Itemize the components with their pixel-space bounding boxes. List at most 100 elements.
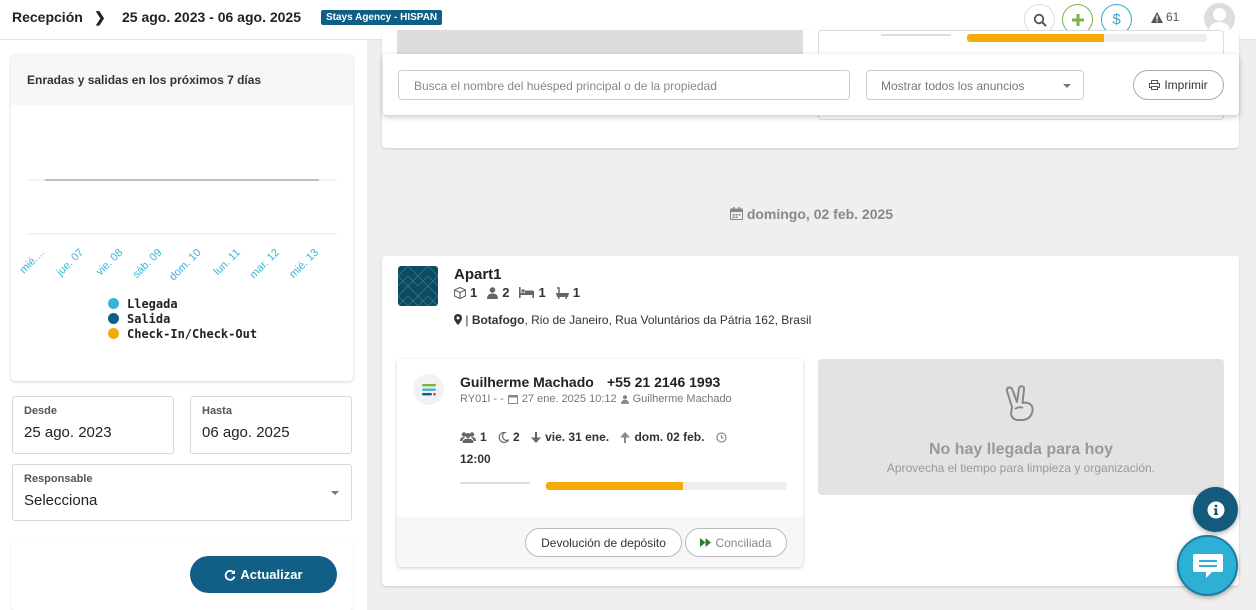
- caret-down-icon: [331, 491, 339, 495]
- guest-phone[interactable]: +55 21 2146 1993: [607, 374, 720, 390]
- main-content: Busca el nombre del huésped principal o …: [367, 30, 1256, 610]
- guests-stat: 2: [487, 285, 509, 300]
- x-tick-label: vie. 08: [94, 247, 125, 278]
- legend-item-checkin-checkout[interactable]: Check-In/Check-Out: [108, 326, 257, 341]
- checkin-time: 12:00: [460, 451, 491, 466]
- left-panel: Enradas y salidas en los próximos 7 días…: [0, 40, 367, 610]
- info-button[interactable]: [1193, 487, 1238, 532]
- property-thumbnail[interactable]: [398, 266, 438, 306]
- arrivals-chart: mié.... jue. 07 vie. 08 sáb. 09 dom. 10 lun. …: [17, 179, 337, 284]
- bed-icon: [519, 287, 535, 298]
- deposit-return-button[interactable]: Devolución de depósito: [525, 528, 682, 557]
- day-heading: domingo, 02 feb. 2025: [367, 206, 1256, 222]
- address-rest: , Rio de Janeiro, Rua Voluntários da Pát…: [524, 313, 812, 327]
- nights-value: 2: [513, 430, 520, 444]
- progress-fill: [546, 482, 683, 490]
- arrow-up-icon: [620, 431, 631, 443]
- no-arrival-title: No hay llegada para hoy: [928, 441, 1114, 458]
- peace-hand-icon: [1005, 385, 1034, 421]
- refresh-label: Actualizar: [240, 567, 303, 582]
- chart-title: Enradas y salidas en los próximos 7 días: [11, 55, 353, 105]
- legend-item-salida[interactable]: Salida: [108, 311, 257, 326]
- search-input[interactable]: Busca el nombre del huésped principal o …: [398, 70, 850, 100]
- date-range[interactable]: 25 ago. 2023 - 06 ago. 2025: [122, 9, 301, 25]
- clock-icon: [716, 431, 727, 443]
- refresh-icon: [225, 569, 236, 581]
- moon-icon: [498, 431, 510, 443]
- reservation-card[interactable]: Guilherme Machado +55 21 2146 1993 RY01I…: [397, 359, 803, 567]
- x-tick-label: mié. 13: [287, 247, 321, 281]
- x-tick-label: sáb. 09: [131, 247, 165, 281]
- print-button[interactable]: Imprimir: [1133, 70, 1224, 100]
- chat-button[interactable]: [1177, 535, 1238, 596]
- calendar-icon: [507, 395, 518, 404]
- warning-icon: [1151, 11, 1163, 23]
- checkin-value: vie. 31 ene.: [545, 430, 610, 444]
- x-tick-label: dom. 10: [167, 247, 204, 284]
- property-stats: 1 2 1 1: [454, 285, 580, 300]
- from-date-field[interactable]: Desde 25 ago. 2023: [12, 396, 174, 454]
- arrow-down-icon: [531, 431, 542, 443]
- responsible-select[interactable]: Responsable Selecciona: [12, 464, 352, 521]
- agency-badge: Stays Agency - HISPAN: [321, 10, 443, 25]
- alerts-button[interactable]: 61: [1151, 10, 1179, 24]
- x-tick-label: mar. 12: [248, 247, 282, 281]
- from-value: 25 ago. 2023: [24, 424, 112, 441]
- legend-item-llegada[interactable]: Llegada: [108, 296, 257, 311]
- x-tick-label: lun. 11: [212, 247, 243, 278]
- reservation-footer: Devolución de depósito Conciliada: [397, 517, 803, 567]
- progress-line: [460, 482, 530, 484]
- baths-value: 1: [572, 285, 580, 300]
- property-name[interactable]: Apart1: [454, 266, 502, 283]
- user-icon: [487, 286, 499, 299]
- printer-icon: [1149, 80, 1161, 90]
- fast-forward-icon: [700, 538, 712, 547]
- previous-progress-line: [881, 34, 951, 36]
- plus-icon: [1071, 13, 1084, 26]
- listing-select-value: Mostrar todos los anuncios: [881, 79, 1025, 93]
- guest-name[interactable]: Guilherme Machado: [460, 374, 594, 390]
- legend-dot: [108, 298, 119, 309]
- alert-count: 61: [1166, 10, 1180, 24]
- user-icon: [620, 394, 629, 404]
- caret-down-icon: [1063, 84, 1071, 88]
- guests-value: 1: [480, 430, 487, 444]
- stack-icon: [421, 383, 436, 395]
- deposit-label: Devolución de depósito: [541, 535, 666, 550]
- created-date: 27 ene. 2025 10:12: [521, 393, 617, 405]
- beds-value: 1: [538, 285, 546, 300]
- search-icon: [1033, 13, 1047, 27]
- time-info: [716, 431, 727, 443]
- night-count: 2: [498, 427, 520, 447]
- refresh-button[interactable]: Actualizar: [190, 556, 337, 593]
- rooms-stat: 1: [454, 285, 477, 300]
- responsible-label: Responsable: [24, 473, 93, 485]
- listing-select[interactable]: Mostrar todos los anuncios: [866, 70, 1084, 100]
- guest-count: 1: [460, 427, 487, 447]
- channel-icon: [413, 374, 444, 405]
- x-tick-label: jue. 07: [54, 247, 87, 280]
- refresh-card: Actualizar: [11, 540, 353, 610]
- info-icon: [1207, 501, 1224, 518]
- chat-icon: [1192, 553, 1223, 578]
- beds-stat: 1: [519, 285, 546, 300]
- legend-dot: [108, 313, 119, 324]
- responsible-value: Selecciona: [24, 492, 98, 509]
- pattern-icon: [398, 266, 438, 306]
- rooms-value: 1: [470, 285, 478, 300]
- created-by: Guilherme Machado: [632, 393, 732, 405]
- to-date-field[interactable]: Hasta 06 ago. 2025: [190, 396, 352, 454]
- property-address: | Botafogo, Rio de Janeiro, Rua Voluntár…: [454, 313, 811, 327]
- x-tick-label: mié....: [17, 247, 47, 277]
- to-value: 06 ago. 2025: [202, 424, 290, 441]
- checkout-value: dom. 02 feb.: [634, 430, 705, 444]
- reconciled-label: Conciliada: [715, 535, 772, 550]
- day-heading-text: domingo, 02 feb. 2025: [746, 206, 894, 222]
- reconciled-button[interactable]: Conciliada: [685, 528, 787, 557]
- cube-icon: [454, 286, 466, 299]
- page-title: Recepción: [12, 9, 83, 25]
- property-card: Apart1 1 2 1 1 | Botafogo, Rio de Janeir…: [382, 256, 1239, 586]
- address-neighborhood: Botafogo: [471, 313, 525, 327]
- reservation-code[interactable]: RY01I - -: [460, 393, 504, 405]
- map-marker-icon: [454, 314, 462, 325]
